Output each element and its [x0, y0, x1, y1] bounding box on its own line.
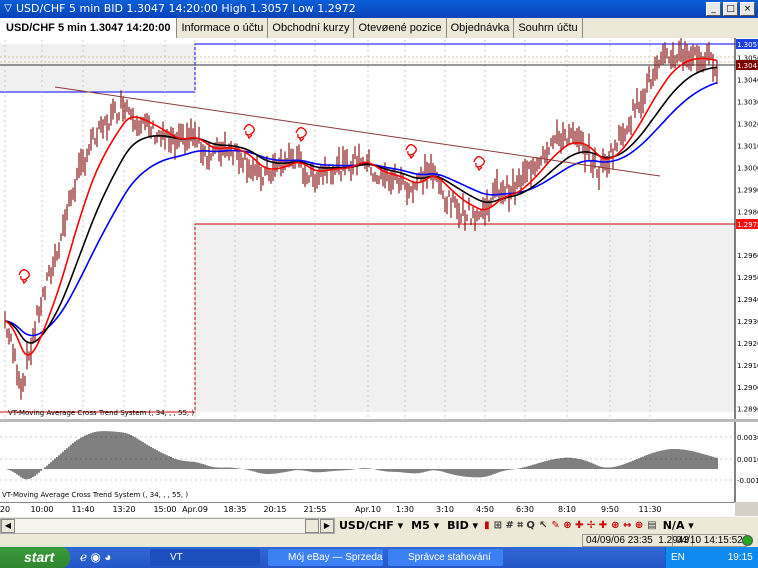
minimize-button[interactable]: _	[706, 2, 721, 16]
price-label: 1.2990	[737, 186, 758, 194]
high-zone	[0, 44, 195, 92]
low-zone	[195, 224, 735, 412]
time-label: 1:30	[396, 505, 414, 514]
quick-launch-icons[interactable]: ℯ ◉ ◕	[80, 550, 112, 564]
price-type-select[interactable]: BID ▾	[443, 519, 482, 532]
oscillator-panel	[0, 422, 735, 502]
time-label: 18:35	[223, 505, 247, 514]
price-axis	[735, 38, 758, 502]
indicator-label-main: VT-Moving Average Cross Trend System (, …	[8, 409, 194, 417]
tab-account-info[interactable]: Informace o účtu	[177, 18, 269, 38]
time-label: 21:55	[303, 505, 327, 514]
price-label: 1.2950	[737, 274, 758, 282]
tab-orders[interactable]: Objednávka	[447, 18, 515, 38]
price-label: 1.2980	[737, 208, 758, 216]
osc-label: 0.0010	[737, 456, 758, 464]
taskbar-item-ebay[interactable]: Mój eBay — Sprzeda...	[268, 549, 383, 566]
cursor-time: 04/09/06 23:35	[586, 535, 653, 546]
tab-open-positions[interactable]: Otevøené pozice	[354, 18, 447, 38]
signal-mark-icon	[295, 127, 307, 143]
zoom-icon[interactable]: ⊕ ↔ ⊕	[609, 520, 645, 531]
time-label: 10:00	[30, 505, 54, 514]
price-label: 1.2890	[737, 406, 758, 414]
cursor-icon[interactable]: ↖	[537, 520, 549, 531]
time-label: Apr.10	[355, 505, 381, 514]
time-label: Apr.09	[182, 505, 208, 514]
time-axis: 20 10:00 11:40 13:20 15:00 Apr.09 18:35 20:15 21…	[0, 502, 735, 516]
price-label: 1.2940	[737, 296, 758, 304]
signal-mark-icon	[405, 144, 417, 160]
scroll-left-button[interactable]: ◀	[1, 518, 15, 533]
connection-status-icon	[742, 535, 753, 546]
price-chart[interactable]: 1.30501.30401.30301.30201.30101.30001.29…	[0, 38, 758, 502]
time-label: 11:30	[638, 505, 662, 514]
maximize-button[interactable]: □	[723, 2, 738, 16]
timeframe-select[interactable]: M5 ▾	[407, 519, 443, 532]
signal-mark-icon	[18, 269, 30, 285]
status-bar: 04/09/06 23:35 1.2943 04/10 14:15:52	[0, 534, 758, 547]
grid-icon[interactable]: ⊞ # ⌗ Q	[492, 520, 537, 531]
time-label: 15:00	[153, 505, 177, 514]
time-label: 20	[0, 505, 11, 514]
start-button[interactable]: start	[0, 547, 70, 568]
time-label: 4:50	[476, 505, 494, 514]
price-label: 1.2910	[737, 362, 758, 370]
time-label: 11:40	[71, 505, 95, 514]
chart-canvas[interactable]: 1.30501.30401.30301.30201.30101.30001.29…	[0, 38, 758, 502]
tab-rates[interactable]: Obchodní kurzy	[268, 18, 355, 38]
symbol-select[interactable]: USD/CHF ▾	[335, 519, 407, 532]
draw-tools-icon[interactable]: ✎ ⊕ ✚ ✢ ✚	[549, 520, 609, 531]
system-tray: EN 19:15	[665, 547, 758, 568]
vt-logo-icon: ▽	[4, 3, 12, 14]
price-label: 1.2900	[737, 384, 758, 392]
taskbar: start ℯ ◉ ◕ VT Mój eBay — Sprzeda... Spr…	[0, 547, 758, 568]
price-marker-label-bid: 1.3047	[737, 62, 758, 70]
time-label: 13:20	[112, 505, 136, 514]
taskbar-item-downloads[interactable]: Správce stahování	[388, 549, 503, 566]
scroll-thumb[interactable]	[305, 518, 319, 533]
tab-chart[interactable]: USD/CHF 5 min 1.3047 14:20:00	[0, 18, 178, 38]
price-label: 1.3010	[737, 142, 758, 150]
na-select[interactable]: N/A ▾	[659, 519, 698, 532]
osc-label: -0.0010	[737, 477, 758, 485]
close-button[interactable]: ×	[740, 2, 755, 16]
time-label: 20:15	[263, 505, 287, 514]
window-title: USD/CHF 5 min BID 1.3047 14:20:00 High 1…	[16, 2, 356, 15]
price-label: 1.3000	[737, 164, 758, 172]
title-bar: USD/CHF 5 min BID 1.3047 14:20:00 High 1…	[0, 0, 758, 18]
start-label: start	[24, 549, 55, 565]
osc-label: 0.0030	[737, 434, 758, 442]
properties-icon[interactable]: ▤	[645, 520, 658, 531]
price-label: 1.3030	[737, 99, 758, 107]
tab-bar: USD/CHF 5 min 1.3047 14:20:00 Informace …	[0, 18, 758, 38]
chart-toolbar: ◀ ▶ USD/CHF ▾ M5 ▾ BID ▾ ▮ ⊞ # ⌗ Q ↖ ✎ ⊕…	[0, 516, 758, 534]
time-label: 9:50	[601, 505, 619, 514]
tab-account-summary[interactable]: Souhrn účtu	[514, 18, 583, 38]
price-label: 1.2960	[737, 252, 758, 260]
price-marker-label-high: 1.3057	[737, 41, 758, 49]
panel-separator	[0, 419, 758, 422]
time-label: 6:30	[516, 505, 534, 514]
server-time: 04/10 14:15:52	[672, 534, 747, 547]
signal-mark-icon	[473, 156, 485, 172]
price-label: 1.3040	[737, 77, 758, 85]
horizontal-scrollbar[interactable]: ◀ ▶	[0, 517, 335, 534]
price-label: 1.2930	[737, 318, 758, 326]
price-label: 1.3020	[737, 121, 758, 129]
time-label: 3:10	[436, 505, 454, 514]
language-indicator[interactable]: EN	[671, 552, 685, 563]
price-marker-label-low: 1.2972	[737, 221, 758, 229]
taskbar-item-vt[interactable]: VT	[150, 549, 260, 566]
price-label: 1.2920	[737, 340, 758, 348]
time-label: 8:10	[558, 505, 576, 514]
clock: 19:15	[727, 552, 753, 563]
signal-mark-icon	[243, 124, 255, 140]
chart-type-icon[interactable]: ▮	[482, 520, 492, 531]
scroll-right-button[interactable]: ▶	[320, 518, 334, 533]
indicator-label-osc: VT-Moving Average Cross Trend System (, …	[2, 491, 188, 499]
